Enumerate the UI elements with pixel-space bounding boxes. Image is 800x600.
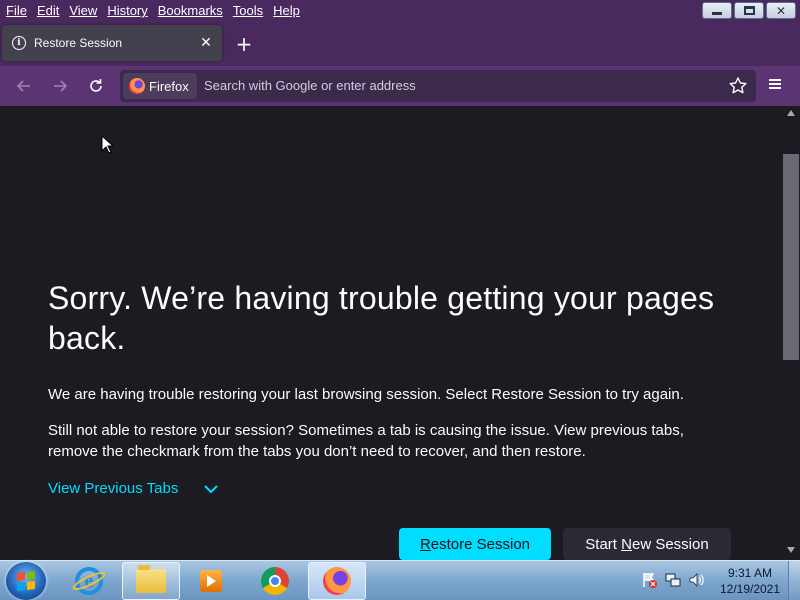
close-icon: ✕ xyxy=(775,3,787,18)
firefox-logo-icon xyxy=(129,78,145,94)
taskbar-internet-explorer[interactable]: e xyxy=(60,562,118,600)
folder-icon xyxy=(136,565,166,593)
navigation-toolbar: Firefox xyxy=(0,66,800,106)
system-clock[interactable]: 9:31 AM 12/19/2021 xyxy=(714,565,786,597)
reload-icon xyxy=(90,79,102,92)
tab-title: Restore Session xyxy=(34,36,123,50)
taskbar-firefox[interactable] xyxy=(308,562,366,600)
minimize-button[interactable] xyxy=(702,2,732,19)
identity-label: Firefox xyxy=(149,78,189,94)
description-paragraph-2: Still not able to restore your session? … xyxy=(48,422,684,460)
reload-button[interactable] xyxy=(84,74,108,98)
system-tray xyxy=(640,571,706,589)
start-new-session-button[interactable]: Start New Session xyxy=(563,528,731,560)
menu-bar: File Edit View History Bookmarks Tools H… xyxy=(0,0,800,22)
description-paragraph-1: We are having trouble restoring your las… xyxy=(48,386,684,403)
tab-restore-session[interactable]: i Restore Session ✕ xyxy=(2,25,222,61)
scroll-up-arrow-icon[interactable] xyxy=(786,109,796,117)
bookmark-star-icon[interactable] xyxy=(728,76,748,96)
firefox-icon xyxy=(323,567,351,595)
address-bar[interactable]: Firefox xyxy=(120,70,756,102)
back-button[interactable] xyxy=(12,74,36,98)
clock-date: 12/19/2021 xyxy=(719,582,781,596)
view-previous-tabs-label: View Previous Tabs xyxy=(48,480,179,497)
chrome-icon xyxy=(261,567,289,595)
chevron-down-icon xyxy=(204,484,219,493)
minimize-icon xyxy=(703,3,731,18)
action-center-flag-icon[interactable] xyxy=(640,571,658,589)
menu-items: File Edit View History Bookmarks Tools H… xyxy=(0,3,305,18)
taskbar-media-player[interactable] xyxy=(182,562,240,600)
taskbar-file-explorer[interactable] xyxy=(122,562,180,600)
scrollbar-thumb[interactable] xyxy=(783,154,799,360)
start-button[interactable] xyxy=(6,562,46,600)
close-window-button[interactable]: ✕ xyxy=(766,2,796,19)
scroll-down-arrow-icon[interactable] xyxy=(786,546,796,554)
menu-history[interactable]: History xyxy=(102,3,152,18)
menu-tools[interactable]: Tools xyxy=(228,3,268,18)
page-content: Sorry. We’re having trouble getting your… xyxy=(0,106,782,560)
media-player-icon xyxy=(200,570,222,592)
restore-session-button[interactable]: Restore Session xyxy=(399,528,551,560)
info-icon: i xyxy=(12,36,26,50)
restore-down-button[interactable] xyxy=(734,2,764,19)
volume-icon[interactable] xyxy=(688,571,706,589)
menu-bookmarks[interactable]: Bookmarks xyxy=(153,3,228,18)
menu-file[interactable]: File xyxy=(0,3,32,18)
taskbar-chrome[interactable] xyxy=(246,562,304,600)
new-tab-button[interactable]: + xyxy=(232,32,256,56)
windows-taskbar: e 9:31 AM 12/19/2021 xyxy=(0,560,800,600)
menu-view[interactable]: View xyxy=(64,3,102,18)
forward-button[interactable] xyxy=(48,74,72,98)
page-title: Sorry. We’re having trouble getting your… xyxy=(48,280,715,356)
window-controls: ✕ xyxy=(702,2,796,19)
vertical-scrollbar[interactable] xyxy=(782,106,800,560)
identity-box[interactable]: Firefox xyxy=(123,73,197,99)
back-arrow-icon xyxy=(16,80,30,92)
restore-down-icon xyxy=(735,3,763,18)
mouse-pointer-icon xyxy=(101,135,113,154)
internet-explorer-icon: e xyxy=(70,567,108,595)
windows-logo-icon xyxy=(17,571,35,591)
tab-close-button[interactable]: ✕ xyxy=(196,33,216,53)
menu-help[interactable]: Help xyxy=(268,3,305,18)
view-previous-tabs-toggle[interactable]: View Previous Tabs xyxy=(48,480,219,497)
network-icon[interactable] xyxy=(664,571,682,589)
forward-arrow-icon xyxy=(54,80,68,92)
app-menu-button[interactable] xyxy=(766,77,784,95)
clock-time: 9:31 AM xyxy=(727,566,773,580)
tab-strip: i Restore Session ✕ + xyxy=(0,22,800,66)
url-input[interactable] xyxy=(204,78,704,93)
show-desktop-button[interactable] xyxy=(788,561,800,600)
menu-edit[interactable]: Edit xyxy=(32,3,64,18)
